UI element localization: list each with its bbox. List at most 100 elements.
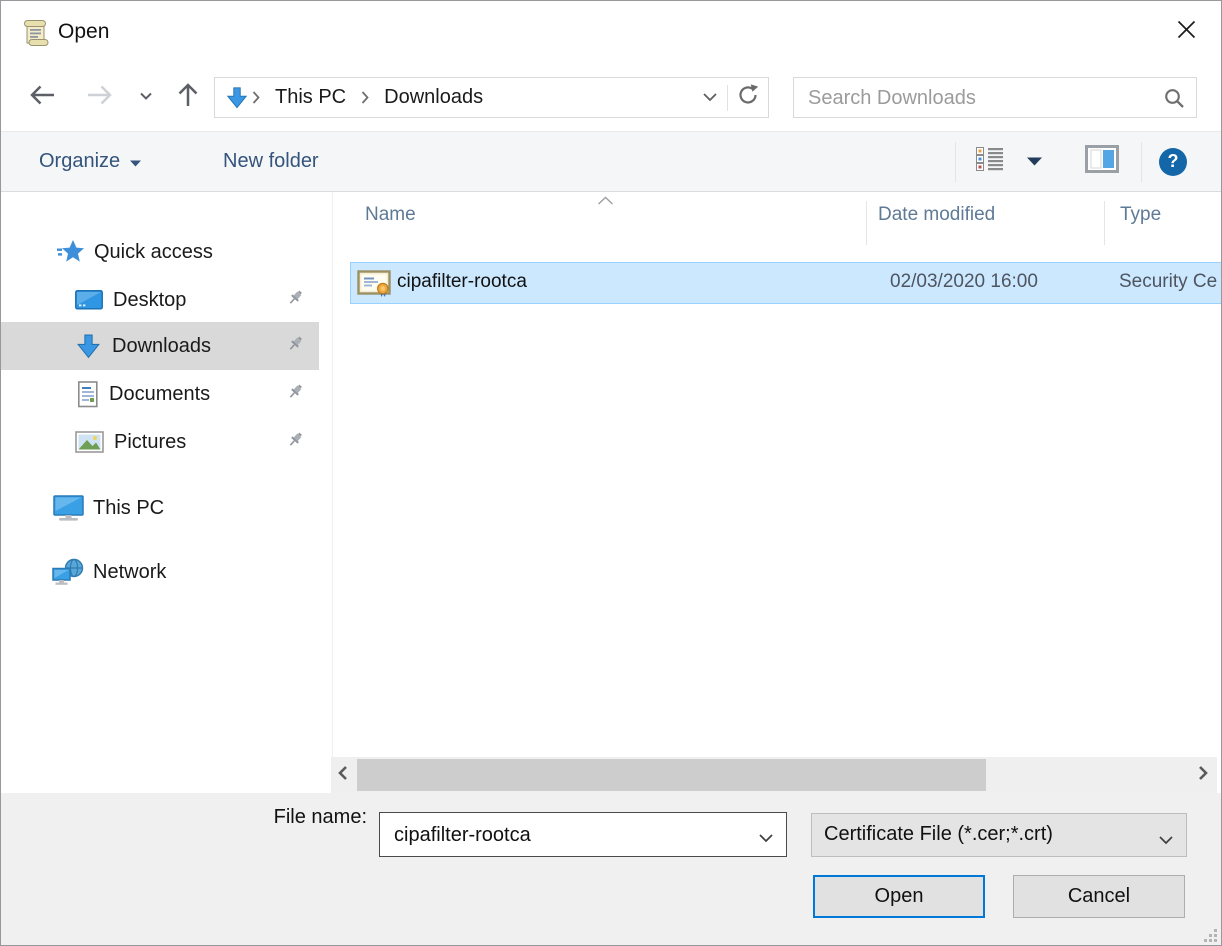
breadcrumb-chevron-icon: [358, 90, 372, 105]
downloads-folder-icon: [225, 86, 249, 110]
organize-button[interactable]: Organize: [39, 132, 141, 191]
desktop-icon: [75, 290, 103, 311]
chevron-right-icon: [1198, 765, 1209, 786]
file-name-input[interactable]: [392, 814, 746, 857]
view-options-button[interactable]: [1027, 132, 1042, 191]
dialog-title: Open: [58, 20, 109, 44]
chevron-down-icon: [1158, 832, 1174, 850]
sidebar-item-desktop[interactable]: Desktop: [1, 278, 319, 322]
column-header-name[interactable]: Name: [365, 204, 416, 226]
pin-icon: [287, 431, 304, 453]
help-glyph: ?: [1168, 151, 1179, 172]
pictures-icon: [75, 431, 104, 453]
sidebar: Quick access Desktop Downloads: [1, 192, 319, 793]
sidebar-item-label: This PC: [93, 497, 164, 520]
sidebar-item-pictures[interactable]: Pictures: [1, 418, 319, 466]
certificate-file-icon: [357, 269, 392, 303]
organize-label: Organize: [39, 150, 120, 173]
sidebar-item-network[interactable]: Network: [1, 548, 319, 596]
column-header-date-modified[interactable]: Date modified: [878, 204, 995, 226]
sidebar-item-label: Quick access: [94, 241, 213, 264]
search-icon[interactable]: [1162, 86, 1186, 115]
up-arrow-icon: [172, 79, 204, 116]
sidebar-item-documents[interactable]: Documents: [1, 370, 319, 418]
file-name-combobox: [379, 812, 787, 857]
sidebar-item-label: Pictures: [114, 431, 186, 454]
file-row-cipafilter-rootca[interactable]: cipafilter-rootca 02/03/2020 16:00 Secur…: [350, 262, 1222, 304]
address-dropdown-button[interactable]: [693, 89, 727, 107]
pane-divider: [332, 192, 333, 757]
close-button[interactable]: [1167, 15, 1205, 49]
cancel-button[interactable]: Cancel: [1013, 875, 1185, 918]
file-date-cell: 02/03/2020 16:00: [890, 271, 1038, 293]
help-button[interactable]: ?: [1159, 132, 1187, 191]
command-bar: Organize New folder: [1, 131, 1221, 192]
search-box: [793, 77, 1197, 118]
sidebar-item-label: Downloads: [112, 335, 211, 358]
file-name-cell: cipafilter-rootca: [397, 271, 527, 293]
file-type-cell: Security Ce: [1119, 271, 1217, 293]
pin-icon: [287, 335, 304, 357]
column-header-type[interactable]: Type: [1120, 204, 1161, 226]
address-bar[interactable]: This PC Downloads: [214, 77, 769, 118]
this-pc-icon: [51, 494, 86, 523]
breadcrumb-this-pc[interactable]: This PC: [263, 86, 358, 109]
refresh-icon: [735, 82, 761, 113]
new-folder-button[interactable]: New folder: [223, 132, 319, 191]
sidebar-item-label: Documents: [109, 383, 210, 406]
scroll-right-button[interactable]: [1192, 757, 1214, 793]
toolbar-separator: [955, 142, 956, 182]
back-button[interactable]: [25, 81, 59, 113]
file-name-label: File name:: [161, 806, 367, 829]
footer-panel: File name: Certificate File (*.cer;*.crt…: [1, 793, 1221, 946]
sidebar-item-downloads[interactable]: Downloads: [1, 322, 319, 370]
cancel-button-label: Cancel: [1068, 885, 1130, 908]
forward-button[interactable]: [83, 81, 117, 113]
chevron-down-icon: [702, 89, 718, 107]
open-button-label: Open: [875, 885, 924, 908]
column-separator: [1104, 201, 1105, 245]
search-input[interactable]: [806, 78, 1150, 119]
chevron-down-icon: [1027, 153, 1042, 171]
refresh-button[interactable]: [728, 82, 768, 113]
sidebar-item-label: Desktop: [113, 289, 186, 312]
sidebar-item-this-pc[interactable]: This PC: [1, 484, 319, 532]
column-separator: [866, 201, 867, 245]
breadcrumb-downloads[interactable]: Downloads: [372, 86, 495, 109]
horizontal-scrollbar[interactable]: [331, 757, 1217, 793]
open-button[interactable]: Open: [813, 875, 985, 918]
preview-pane-icon: [1085, 145, 1119, 178]
titlebar: Open: [1, 1, 1221, 66]
sort-ascending-icon: [597, 192, 614, 210]
chevron-down-icon: [130, 150, 141, 173]
toolbar-separator: [1141, 142, 1142, 182]
network-icon: [51, 558, 86, 587]
chevron-down-icon: [758, 830, 774, 847]
chevron-down-icon: [139, 88, 153, 106]
details-view-button[interactable]: [975, 132, 1007, 191]
back-arrow-icon: [26, 79, 58, 116]
pin-icon: [287, 289, 304, 311]
sidebar-item-label: Network: [93, 561, 166, 584]
resize-grip[interactable]: [1202, 927, 1218, 943]
file-name-dropdown-button[interactable]: [758, 830, 774, 848]
file-type-select[interactable]: Certificate File (*.cer;*.crt): [811, 813, 1187, 857]
breadcrumb-chevron-icon: [249, 90, 263, 105]
forward-arrow-icon: [84, 79, 116, 116]
sidebar-item-quick-access[interactable]: Quick access: [1, 231, 319, 273]
open-dialog-window: Open This PC: [0, 0, 1222, 946]
chevron-left-icon: [337, 765, 348, 786]
new-folder-label: New folder: [223, 150, 319, 173]
up-button[interactable]: [171, 81, 205, 113]
recent-locations-button[interactable]: [137, 91, 155, 103]
quick-access-star-icon: [57, 239, 85, 265]
scrollbar-thumb[interactable]: [357, 759, 986, 791]
file-type-value: Certificate File (*.cer;*.crt): [824, 823, 1053, 846]
scroll-left-button[interactable]: [331, 757, 353, 793]
documents-icon: [77, 381, 99, 408]
downloads-icon: [75, 333, 102, 360]
pin-icon: [287, 383, 304, 405]
help-icon: ?: [1159, 148, 1187, 176]
preview-pane-button[interactable]: [1085, 132, 1119, 191]
close-icon: [1177, 20, 1196, 44]
